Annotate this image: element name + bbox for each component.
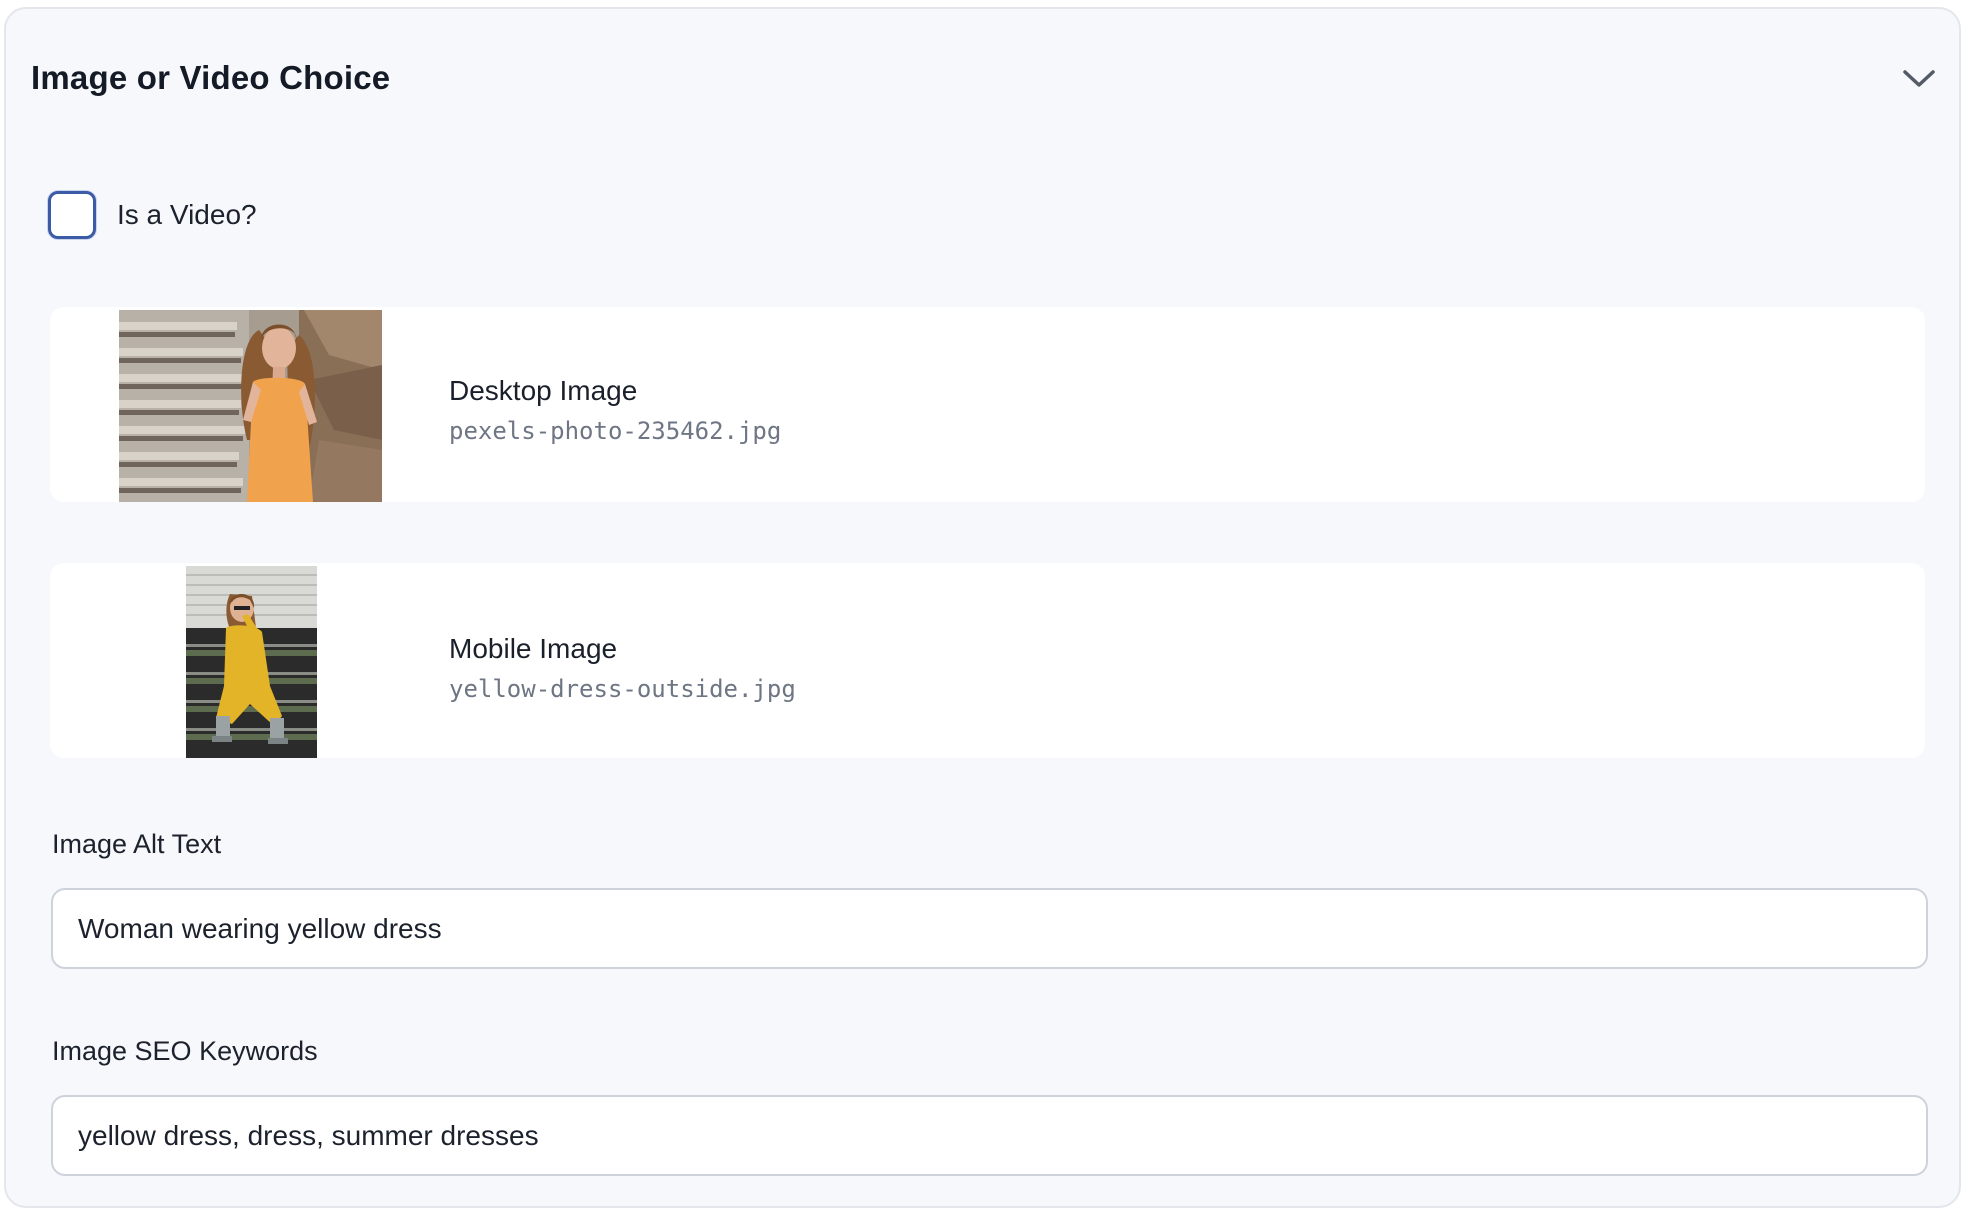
chevron-down-icon[interactable] [1901, 67, 1937, 91]
seo-keywords-input[interactable] [51, 1095, 1928, 1176]
is-video-label: Is a Video? [117, 199, 257, 230]
alt-text-label: Image Alt Text [52, 829, 222, 859]
desktop-photo-image [119, 310, 382, 502]
desktop-image-title: Desktop Image [449, 375, 638, 406]
mobile-image-filename: yellow-dress-outside.jpg [449, 675, 796, 703]
desktop-image-thumbnail [119, 310, 382, 502]
panel-title: Image or Video Choice [31, 59, 391, 96]
mobile-image-thumbnail [186, 566, 317, 758]
mobile-image-card[interactable]: Mobile Image yellow-dress-outside.jpg [50, 563, 1925, 758]
desktop-image-filename: pexels-photo-235462.jpg [449, 417, 782, 445]
mobile-photo-image [186, 566, 317, 758]
seo-keywords-label: Image SEO Keywords [52, 1036, 318, 1066]
mobile-image-title: Mobile Image [449, 633, 618, 664]
alt-text-input[interactable] [51, 888, 1928, 969]
is-video-checkbox[interactable] [48, 191, 96, 239]
desktop-image-card[interactable]: Desktop Image pexels-photo-235462.jpg [50, 307, 1925, 502]
image-video-choice-panel: Image or Video Choice Is a Video? Deskto… [4, 7, 1961, 1208]
is-video-toggle[interactable]: Is a Video? [48, 187, 257, 243]
